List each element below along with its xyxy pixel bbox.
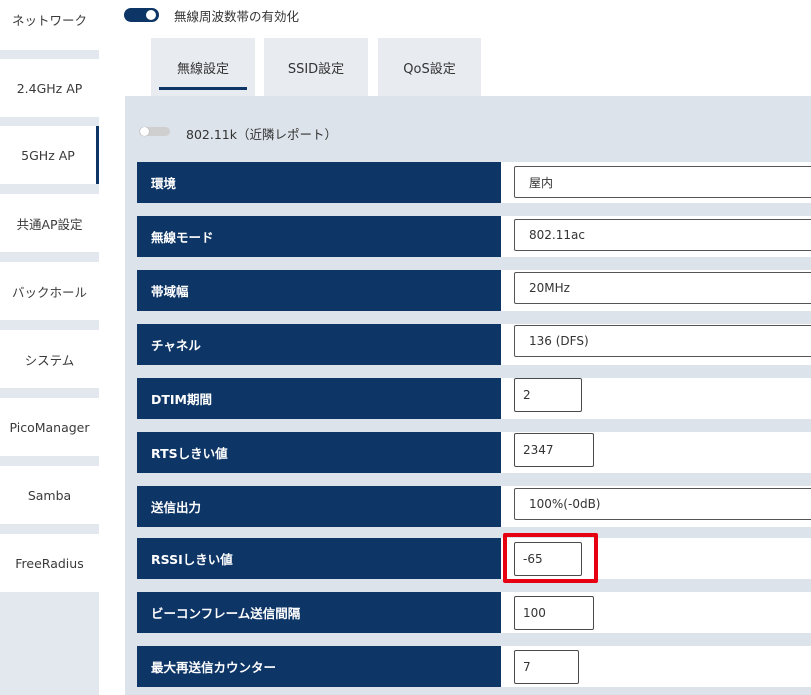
wireless-mode-select[interactable]: 802.11ac — [514, 219, 811, 251]
sidebar-item-label: Samba — [27, 487, 72, 503]
band-enable-label: 無線周波数帯の有効化 — [174, 9, 300, 24]
sidebar-item-label: 5GHz AP — [21, 147, 75, 163]
toggle-knob — [140, 127, 149, 136]
tx-power-select[interactable]: 100%(-0dB) — [514, 488, 811, 520]
neighbor-report-toggle[interactable] — [139, 127, 170, 136]
sidebar-item-24ghz-ap[interactable]: 2.4GHz AP — [0, 59, 99, 117]
band-enable-toggle[interactable] — [124, 8, 159, 22]
tab-label: 無線設定 — [176, 61, 229, 77]
sidebar-item-label: ネットワーク — [11, 12, 87, 28]
sidebar-item-label: 共通AP設定 — [16, 216, 83, 232]
channel-select[interactable]: 136 (DFS) — [514, 325, 811, 357]
tab-label: SSID設定 — [287, 61, 345, 77]
tab-label: QoS設定 — [403, 61, 456, 77]
sidebar-item-label: PicoManager — [9, 419, 90, 435]
row-label-beacon-interval: ビーコンフレーム送信間隔 — [137, 592, 501, 633]
environment-select[interactable]: 屋内 — [514, 166, 811, 198]
sidebar-item-samba[interactable]: Samba — [0, 466, 99, 524]
row-label-bandwidth: 帯域幅 — [137, 270, 501, 311]
tab-wireless-settings[interactable]: 無線設定 — [151, 38, 255, 96]
sidebar-item-backhaul[interactable]: バックホール — [0, 262, 99, 320]
row-label-rssi-threshold: RSSIしきい値 — [137, 538, 501, 579]
max-retry-counter-input[interactable]: 7 — [514, 650, 579, 684]
sidebar-item-label: 2.4GHz AP — [16, 80, 83, 96]
beacon-interval-input[interactable]: 100 — [514, 596, 594, 630]
tab-active-indicator — [159, 87, 247, 90]
sidebar-item-label: バックホール — [11, 284, 87, 300]
sidebar-item-5ghz-ap[interactable]: 5GHz AP — [0, 126, 99, 184]
row-label-dtim-period: DTIM期間 — [137, 378, 501, 419]
row-label-environment: 環境 — [137, 162, 501, 203]
sidebar-item-system[interactable]: システム — [0, 330, 99, 388]
bandwidth-select[interactable]: 20MHz — [514, 272, 811, 304]
rssi-highlight-box — [503, 533, 598, 583]
row-label-wireless-mode: 無線モード — [137, 216, 501, 257]
neighbor-report-label: 802.11k（近隣レポート） — [186, 127, 337, 142]
row-label-rts-threshold: RTSしきい値 — [137, 432, 501, 473]
sidebar-item-label: FreeRadius — [15, 555, 84, 571]
sidebar-item-label: システム — [24, 352, 75, 368]
row-label-max-retry-counter: 最大再送信カウンター — [137, 646, 501, 687]
row-label-tx-power: 送信出力 — [137, 486, 501, 527]
toggle-knob — [146, 10, 156, 20]
sidebar-item-picomanager[interactable]: PicoManager — [0, 398, 99, 456]
sidebar-item-network[interactable]: ネットワーク — [0, 0, 99, 50]
sidebar-item-freeradius[interactable]: FreeRadius — [0, 534, 99, 592]
sidebar: ネットワーク 2.4GHz AP 5GHz AP 共通AP設定 バックホール シ… — [0, 0, 99, 695]
tab-qos-settings[interactable]: QoS設定 — [378, 38, 481, 96]
rts-threshold-input[interactable]: 2347 — [514, 433, 594, 467]
dtim-period-input[interactable]: 2 — [514, 378, 582, 412]
sidebar-item-common-ap[interactable]: 共通AP設定 — [0, 194, 99, 252]
row-label-channel: チャネル — [137, 324, 501, 365]
tab-ssid-settings[interactable]: SSID設定 — [264, 38, 368, 96]
